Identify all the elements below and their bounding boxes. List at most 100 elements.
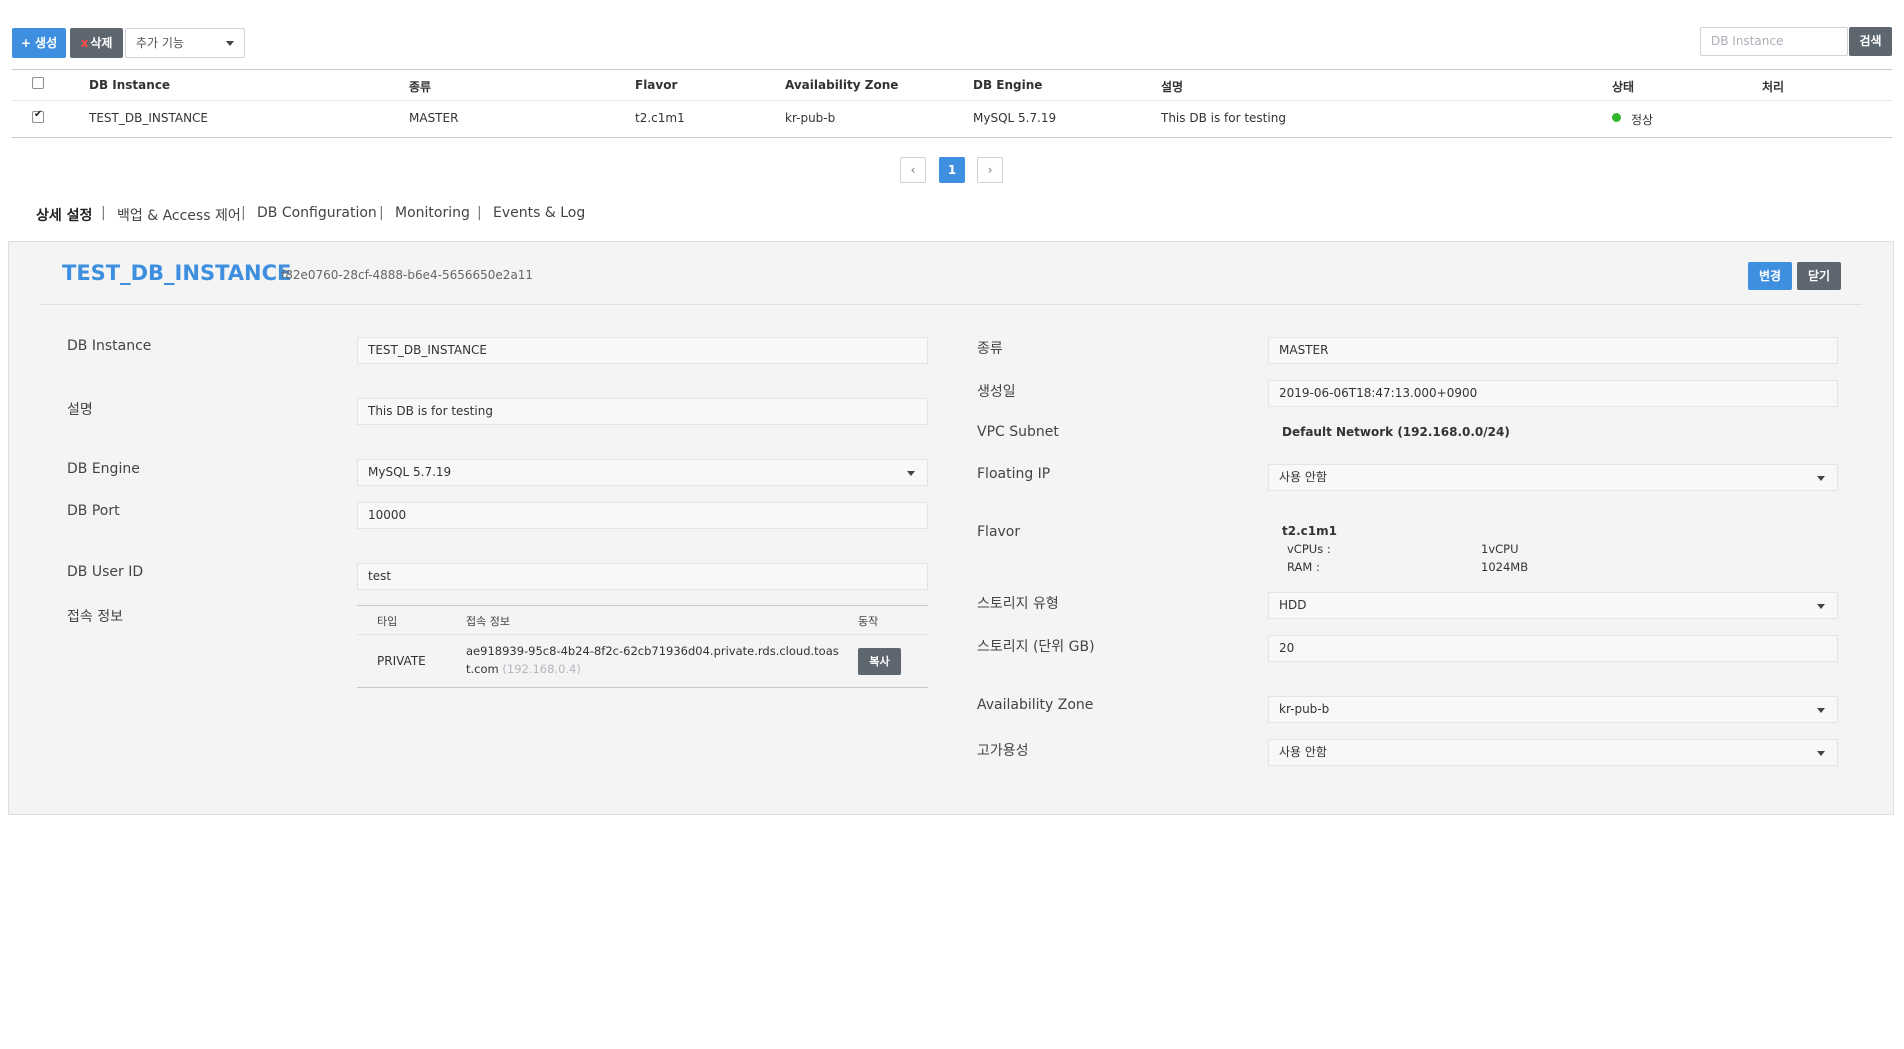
db-instance-label: DB Instance [67,338,152,354]
chevron-down-icon [1817,476,1825,481]
copy-button[interactable]: 복사 [858,648,901,675]
cell-engine: MySQL 5.7.19 [973,111,1057,125]
search-button[interactable]: 검색 [1849,27,1892,56]
change-button[interactable]: 변경 [1748,262,1792,290]
conn-ip: (192.168.0.4) [502,662,581,676]
tab-separator: | [477,205,482,221]
db-engine-select[interactable]: MySQL 5.7.19 [357,459,928,486]
db-port-label: DB Port [67,503,120,519]
flavor-label: Flavor [977,524,1021,540]
more-actions-select[interactable]: 추가 기능 [125,28,245,58]
storage-size-label: 스토리지 (단위 GB) [977,639,1095,655]
created-label: 생성일 [977,384,1016,400]
search-input[interactable]: DB Instance [1700,27,1848,56]
cell-flavor: t2.c1m1 [635,111,685,125]
conn-host-suffix: t.com [466,662,499,676]
conn-col-info: 접속 정보 [466,615,510,628]
close-button[interactable]: 닫기 [1797,262,1841,290]
panel-divider [40,304,1862,305]
flavor-name: t2.c1m1 [1282,524,1337,538]
tab-detail-settings[interactable]: 상세 설정 [36,205,92,225]
col-header-action[interactable]: 처리 [1762,78,1784,95]
kind-field[interactable]: MASTER [1268,337,1838,364]
tab-monitoring[interactable]: Monitoring [395,205,470,221]
col-header-zone[interactable]: Availability Zone [785,78,898,92]
availability-zone-value: kr-pub-b [1279,702,1330,716]
conn-host-line2: t.com (192.168.0.4) [466,662,581,676]
db-user-id-field[interactable]: test [357,563,928,590]
col-header-status[interactable]: 상태 [1612,78,1634,95]
create-button[interactable]: + 생성 [12,28,66,58]
col-header-instance[interactable]: DB Instance [89,78,170,92]
more-actions-value: 추가 기능 [136,36,184,50]
prev-page-button[interactable]: ‹ [900,157,926,183]
vcpu-label: vCPUs : [1287,542,1331,556]
db-engine-value: MySQL 5.7.19 [368,465,452,479]
col-header-description[interactable]: 설명 [1161,78,1183,95]
table-bottom-border [12,137,1892,138]
conn-col-action: 동작 [858,615,879,628]
kind-label: 종류 [977,341,1003,357]
delete-x-icon: x [80,36,89,50]
status-ok-icon [1612,113,1621,122]
db-instance-field[interactable]: TEST_DB_INSTANCE [357,337,928,364]
floating-ip-label: Floating IP [977,466,1051,482]
chevron-down-icon [1817,708,1825,713]
col-header-flavor[interactable]: Flavor [635,78,677,92]
storage-type-label: 스토리지 유형 [977,596,1059,612]
col-header-type[interactable]: 종류 [409,78,431,95]
chevron-down-icon [907,471,915,476]
vpc-subnet-label: VPC Subnet [977,424,1059,440]
chevron-down-icon [1817,604,1825,609]
cell-description: This DB is for testing [1161,111,1286,125]
instance-title: TEST_DB_INSTANCE [62,261,292,285]
conn-host-line1: ae918939-95c8-4b24-8f2c-62cb71936d04.pri… [466,644,839,658]
availability-zone-select[interactable]: kr-pub-b [1268,696,1838,723]
description-label: 설명 [67,402,93,418]
high-availability-value: 사용 안함 [1279,745,1327,759]
vpc-subnet-value: Default Network (192.168.0.0/24) [1282,425,1510,439]
next-page-button[interactable]: › [977,157,1003,183]
instance-uuid: f82e0760-28cf-4888-b6e4-5656650e2a11 [281,268,534,282]
conn-type: PRIVATE [377,654,426,668]
floating-ip-value: 사용 안함 [1279,470,1327,484]
storage-type-value: HDD [1279,598,1307,612]
high-availability-select[interactable]: 사용 안함 [1268,739,1838,766]
tab-separator: | [379,205,384,221]
cell-instance: TEST_DB_INSTANCE [89,111,209,125]
col-header-engine[interactable]: DB Engine [973,78,1042,92]
conn-header-divider [357,634,928,635]
tab-events-log[interactable]: Events & Log [493,205,585,221]
chevron-down-icon [1817,751,1825,756]
storage-size-field[interactable]: 20 [1268,635,1838,662]
detail-panel [8,241,1894,815]
tab-separator: | [241,205,246,221]
cell-zone: kr-pub-b [785,111,836,125]
tab-backup-access[interactable]: 백업 & Access 제어 [117,205,241,225]
floating-ip-select[interactable]: 사용 안함 [1268,464,1838,491]
tab-db-configuration[interactable]: DB Configuration [257,205,377,221]
row-checkbox[interactable] [32,109,44,123]
ram-value: 1024MB [1481,560,1529,574]
delete-button[interactable]: x 삭제 [70,28,123,58]
page-1-button[interactable]: 1 [939,157,965,183]
select-all-checkbox[interactable] [32,77,44,89]
cell-status: 정상 [1631,113,1654,127]
table-header-divider [12,100,1892,101]
chevron-down-icon [226,41,234,46]
db-user-id-label: DB User ID [67,564,144,580]
description-field[interactable]: This DB is for testing [357,398,928,425]
high-availability-label: 고가용성 [977,743,1029,759]
ram-label: RAM : [1287,560,1320,574]
availability-zone-label: Availability Zone [977,697,1094,713]
connection-info-label: 접속 정보 [67,609,123,625]
tab-separator: | [101,205,106,221]
created-field[interactable]: 2019-06-06T18:47:13.000+0900 [1268,380,1838,407]
storage-type-select[interactable]: HDD [1268,592,1838,619]
db-port-field[interactable]: 10000 [357,502,928,529]
db-engine-label: DB Engine [67,461,140,477]
vcpu-value: 1vCPU [1481,542,1519,556]
table-top-border [12,69,1892,70]
conn-col-type: 타입 [377,615,398,628]
cell-type: MASTER [409,111,459,125]
